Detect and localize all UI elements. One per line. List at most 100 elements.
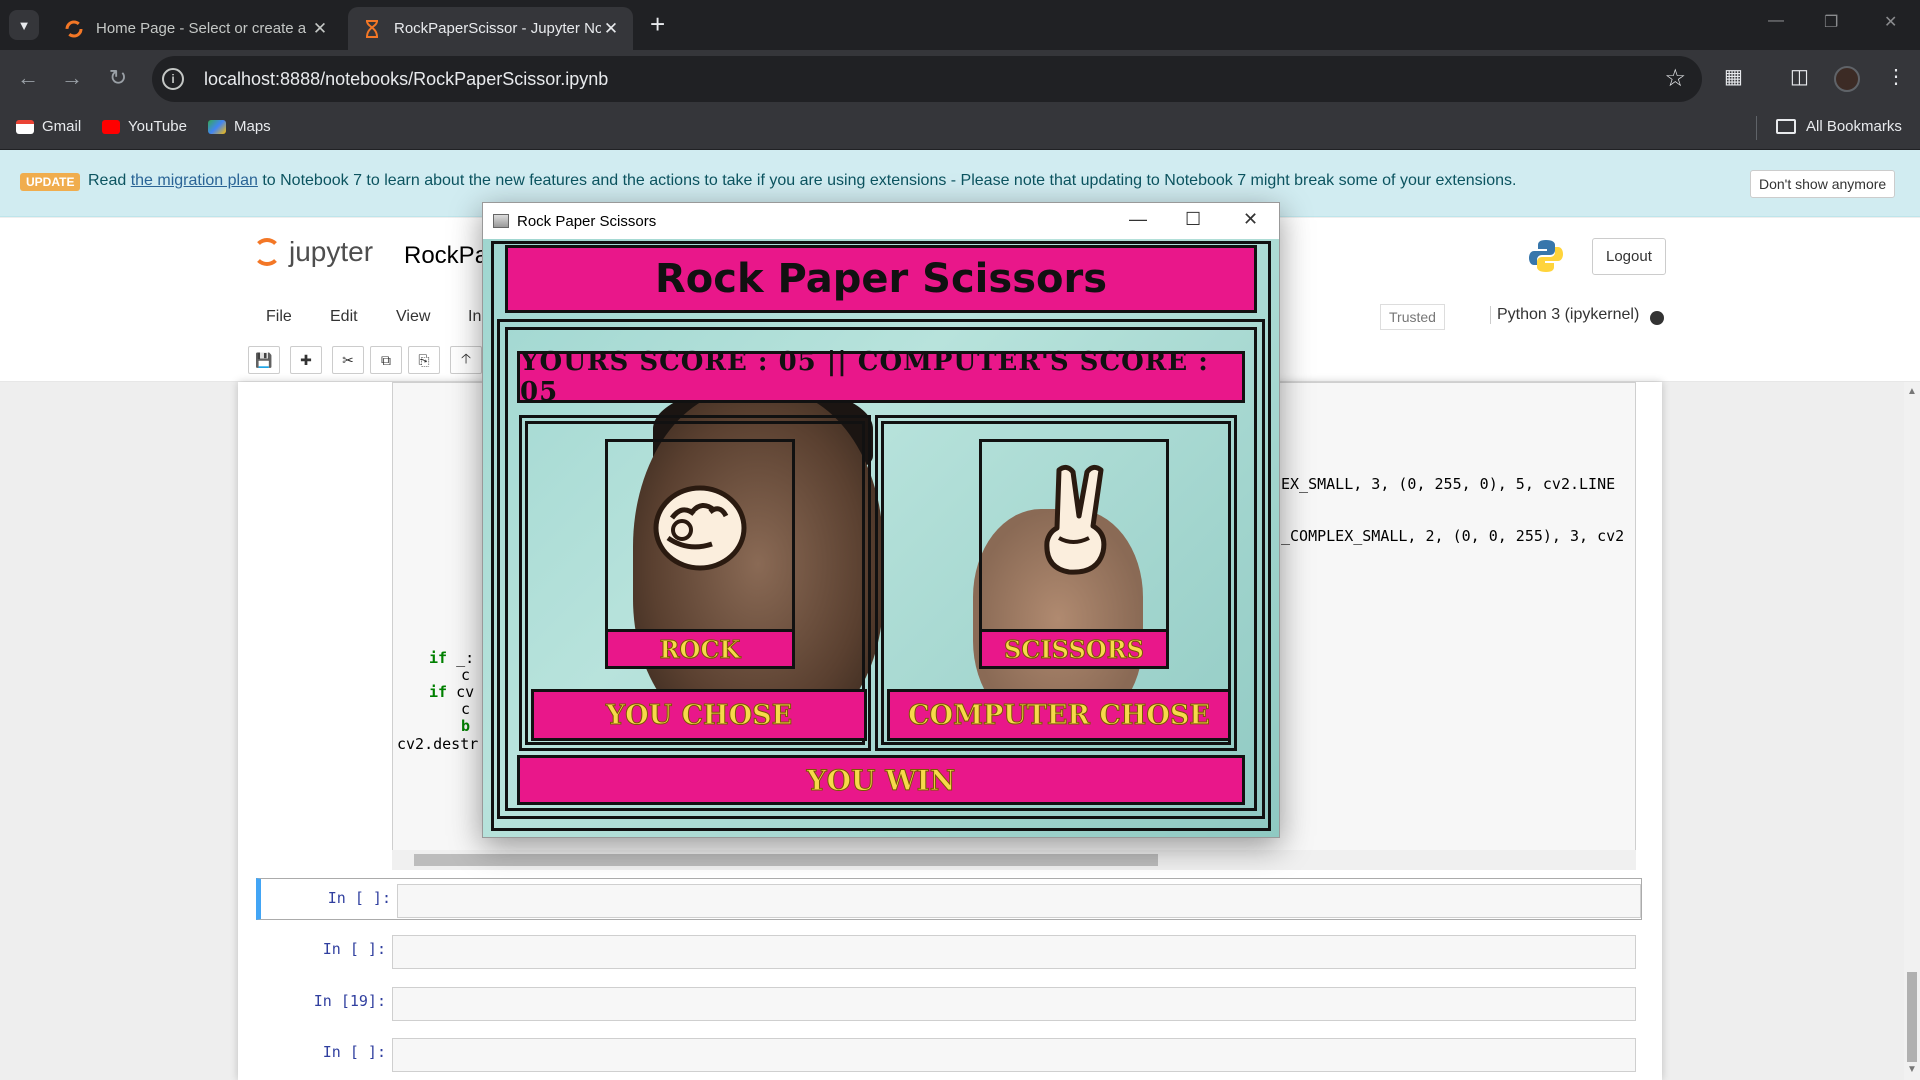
bookmark-label: Gmail [42, 118, 82, 135]
menu-view[interactable]: View [396, 308, 430, 326]
computer-chose-label: COMPUTER CHOSE [908, 699, 1211, 731]
bookmark-gmail[interactable]: Gmail [16, 118, 81, 135]
banner-message: Read the migration plan to Notebook 7 to… [88, 172, 1516, 190]
browser-toolbar: ← → ↻ i localhost:8888/notebooks/RockPap… [0, 50, 1920, 108]
menu-file[interactable]: File [266, 308, 292, 326]
insert-cell-icon[interactable]: ✚ [290, 346, 322, 374]
code-text: EX_SMALL, 3, (0, 255, 0), 5, cv2.LINE [1281, 475, 1616, 493]
all-bookmarks[interactable]: All Bookmarks [1776, 118, 1902, 135]
paste-icon[interactable]: ⎘ [408, 346, 440, 374]
code-line: b [461, 717, 470, 735]
bookmark-maps[interactable]: Maps [208, 118, 271, 135]
you-chose-label: YOU CHOSE [605, 699, 793, 731]
score-banner: YOURS SCORE : 05 || COMPUTER'S SCORE : 0… [517, 347, 1245, 407]
tab-home-page[interactable]: Home Page - Select or create a ✕ [50, 7, 342, 50]
code-text: _: [447, 649, 475, 667]
tab-search-button[interactable]: ▼ [9, 10, 39, 40]
notebook-cell[interactable]: In [ ]: [256, 1033, 1642, 1075]
scrollbar-thumb[interactable] [1907, 972, 1917, 1062]
code-text: _COMPLEX_SMALL, 2, (0, 0, 255), 3, cv2 [1281, 527, 1625, 545]
trusted-indicator[interactable]: Trusted [1380, 304, 1445, 330]
player-choice: ROCK [659, 634, 741, 664]
all-bookmarks-label: All Bookmarks [1806, 118, 1902, 135]
notebook-name[interactable]: RockPa [404, 242, 488, 270]
cell-prompt: In [ ]: [322, 940, 386, 958]
notebook-cell[interactable]: In [19]: [256, 982, 1642, 1024]
migration-plan-link[interactable]: the migration plan [131, 172, 258, 189]
logout-button[interactable]: Logout [1592, 238, 1666, 275]
bookmark-youtube[interactable]: YouTube [102, 118, 187, 135]
computer-choice: SCISSORS [1004, 634, 1145, 664]
restore-icon[interactable]: ❐ [1824, 12, 1838, 32]
reload-icon[interactable]: ↻ [104, 64, 132, 92]
rps-game-window[interactable]: Rock Paper Scissors — ☐ ✕ Rock Paper Sci… [482, 202, 1280, 838]
url-text[interactable]: localhost:8888/notebooks/RockPaperScisso… [204, 69, 608, 90]
code-keyword: if [429, 683, 448, 701]
kernel-name[interactable]: Python 3 (ipykernel) [1490, 306, 1639, 324]
bookmark-star-icon[interactable]: ☆ [1664, 64, 1686, 93]
jupyter-logo[interactable]: jupyter [253, 236, 373, 268]
address-bar[interactable]: i localhost:8888/notebooks/RockPaperScis… [152, 56, 1702, 102]
cell-input[interactable] [397, 884, 1641, 918]
maps-icon [208, 119, 226, 134]
side-panel-icon[interactable]: ◫ [1790, 64, 1809, 89]
code-keyword: if [429, 649, 448, 667]
notebook-cell[interactable]: In [ ]: [256, 878, 1642, 920]
cell-input[interactable] [392, 935, 1636, 969]
more-menu-icon[interactable]: ⋮ [1886, 64, 1906, 89]
code-text: cv [447, 683, 475, 701]
tab-notebook[interactable]: RockPaperScissor - Jupyter Not ✕ [348, 7, 633, 50]
code-line: c [461, 700, 470, 718]
scroll-down-icon[interactable]: ▼ [1907, 1064, 1917, 1075]
cell-prompt: In [ ]: [327, 889, 391, 907]
game-title: Rock Paper Scissors [654, 256, 1108, 302]
you-chose-banner: YOU CHOSE [531, 689, 867, 741]
menu-edit[interactable]: Edit [330, 308, 358, 326]
code-line: _COMPLEX_SMALL, 2, (0, 0, 255), 3, cv2 [1281, 527, 1624, 545]
move-up-icon[interactable]: 🡡 [450, 346, 482, 374]
code-text: c [461, 666, 471, 684]
cell-prompt: In [ ]: [322, 1043, 386, 1061]
site-info-icon[interactable]: i [162, 68, 184, 90]
page-vertical-scrollbar[interactable]: ▲ ▼ [1904, 382, 1920, 1080]
copy-icon[interactable]: ⧉ [370, 346, 402, 374]
cut-icon[interactable]: ✂ [332, 346, 364, 374]
save-icon[interactable]: 💾 [248, 346, 280, 374]
horizontal-scrollbar-thumb[interactable] [414, 854, 1158, 866]
back-icon[interactable]: ← [14, 64, 42, 92]
popup-close-icon[interactable]: ✕ [1243, 209, 1258, 230]
popup-maximize-icon[interactable]: ☐ [1185, 209, 1201, 230]
youtube-icon [102, 119, 120, 134]
result-text: YOU WIN [806, 763, 956, 797]
cell-input[interactable] [392, 987, 1636, 1021]
cell-input[interactable] [392, 1038, 1636, 1072]
scissors-hand-icon [1019, 455, 1129, 585]
notebook-cell[interactable]: In [ ]: [256, 930, 1642, 972]
popup-title-bar[interactable]: Rock Paper Scissors — ☐ ✕ [483, 203, 1279, 239]
dont-show-anymore-button[interactable]: Don't show anymore [1750, 170, 1896, 198]
profile-avatar[interactable] [1834, 66, 1860, 92]
bookmark-label: Maps [234, 118, 271, 135]
bookmark-label: YouTube [128, 118, 187, 135]
tab-title: RockPaperScissor - Jupyter Not [394, 20, 601, 37]
new-tab-button[interactable]: + [650, 11, 665, 37]
menu-insert[interactable]: In [468, 308, 481, 326]
banner-text-end: to Notebook 7 to learn about the new fea… [257, 172, 1517, 189]
hourglass-icon [362, 19, 382, 39]
minimize-icon[interactable]: — [1768, 12, 1784, 30]
code-line: if _: [429, 649, 474, 667]
tab-close-icon[interactable]: ✕ [601, 19, 621, 39]
popup-minimize-icon[interactable]: — [1129, 209, 1147, 230]
code-keyword: b [461, 717, 471, 735]
computer-chose-banner: COMPUTER CHOSE [887, 689, 1231, 741]
code-line: EX_SMALL, 3, (0, 255, 0), 5, cv2.LINE [1281, 475, 1615, 493]
scroll-up-icon[interactable]: ▲ [1907, 386, 1917, 397]
banner-text-start: Read [88, 172, 131, 189]
tab-close-icon[interactable]: ✕ [310, 19, 330, 39]
browser-tab-bar: ▼ Home Page - Select or create a ✕ RockP… [0, 0, 1920, 50]
code-line: if cv [429, 683, 474, 701]
extensions-icon[interactable]: ▦ [1724, 64, 1743, 89]
rock-fist-icon [645, 471, 755, 581]
forward-icon[interactable]: → [58, 64, 86, 92]
close-window-icon[interactable]: ✕ [1884, 12, 1897, 32]
